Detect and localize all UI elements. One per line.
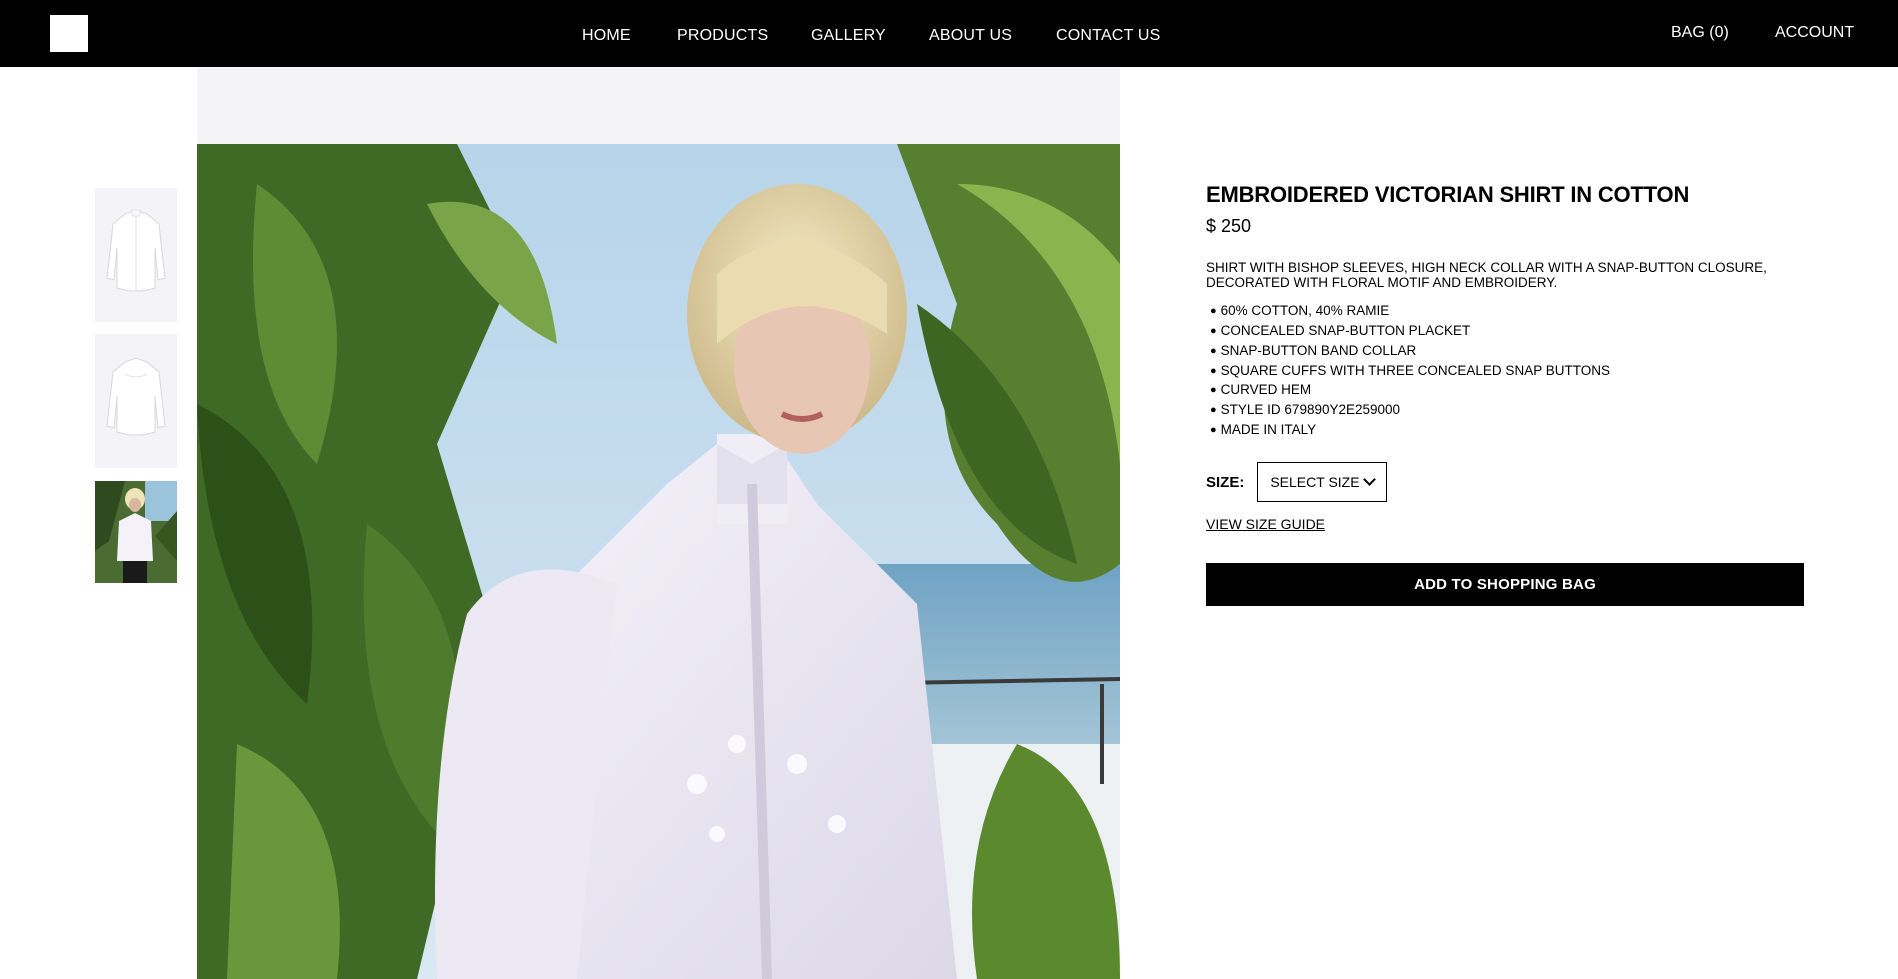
add-to-shopping-bag-button[interactable]: ADD TO SHOPPING BAG xyxy=(1206,563,1804,606)
size-label: SIZE: xyxy=(1206,473,1245,491)
model-wearing-shirt-image xyxy=(95,481,177,583)
nav-link-products[interactable]: PRODUCTS xyxy=(677,27,768,45)
feature-item: 60% COTTON, 40% RAMIE xyxy=(1206,302,1806,322)
main-product-image-container xyxy=(197,67,1120,979)
account-link[interactable]: ACCOUNT xyxy=(1775,24,1854,42)
product-title: EMBROIDERED VICTORIAN SHIRT IN COTTON xyxy=(1206,182,1690,207)
feature-item: STYLE ID 679890Y2E259000 xyxy=(1206,401,1806,421)
feature-item: SNAP-BUTTON BAND COLLAR xyxy=(1206,342,1806,362)
product-info-panel: EMBROIDERED VICTORIAN SHIRT IN COTTON $ … xyxy=(1206,180,1806,534)
size-select-value: SELECT SIZE xyxy=(1270,474,1360,491)
product-price: $ 250 xyxy=(1206,216,1252,237)
nav-link-gallery[interactable]: GALLERY xyxy=(811,27,886,45)
feature-item: CURVED HEM xyxy=(1206,381,1806,401)
size-selector-row: SIZE: SELECT SIZE xyxy=(1206,462,1806,503)
nav-link-home[interactable]: HOME xyxy=(582,27,631,45)
nav-link-contact-us[interactable]: CONTACT US xyxy=(1056,27,1161,45)
view-size-guide-link[interactable]: VIEW SIZE GUIDE xyxy=(1206,516,1325,532)
feature-item: MADE IN ITALY xyxy=(1206,421,1806,441)
top-navigation-bar: HOME PRODUCTS GALLERY ABOUT US CONTACT U… xyxy=(0,0,1898,67)
chevron-down-icon xyxy=(1363,473,1377,487)
product-description: SHIRT WITH BISHOP SLEEVES, HIGH NECK COL… xyxy=(1206,260,1767,291)
main-nav: HOME PRODUCTS GALLERY ABOUT US CONTACT U… xyxy=(0,0,1898,67)
size-select[interactable]: SELECT SIZE xyxy=(1257,462,1388,503)
feature-item: CONCEALED SNAP-BUTTON PLACKET xyxy=(1206,322,1806,342)
nav-link-about-us[interactable]: ABOUT US xyxy=(929,27,1012,45)
product-thumbnail-front[interactable] xyxy=(95,188,177,322)
product-thumbnail-model[interactable] xyxy=(95,481,177,583)
product-thumbnail-back[interactable] xyxy=(95,334,177,468)
bag-link[interactable]: BAG (0) xyxy=(1671,24,1729,42)
main-product-photo xyxy=(197,144,1120,979)
shirt-front-image xyxy=(95,188,177,322)
model-in-shirt-photo xyxy=(197,144,1120,979)
feature-item: SQUARE CUFFS WITH THREE CONCEALED SNAP B… xyxy=(1206,362,1806,382)
shirt-back-image xyxy=(95,334,177,468)
product-features-list: 60% COTTON, 40% RAMIE CONCEALED SNAP-BUT… xyxy=(1206,302,1806,440)
